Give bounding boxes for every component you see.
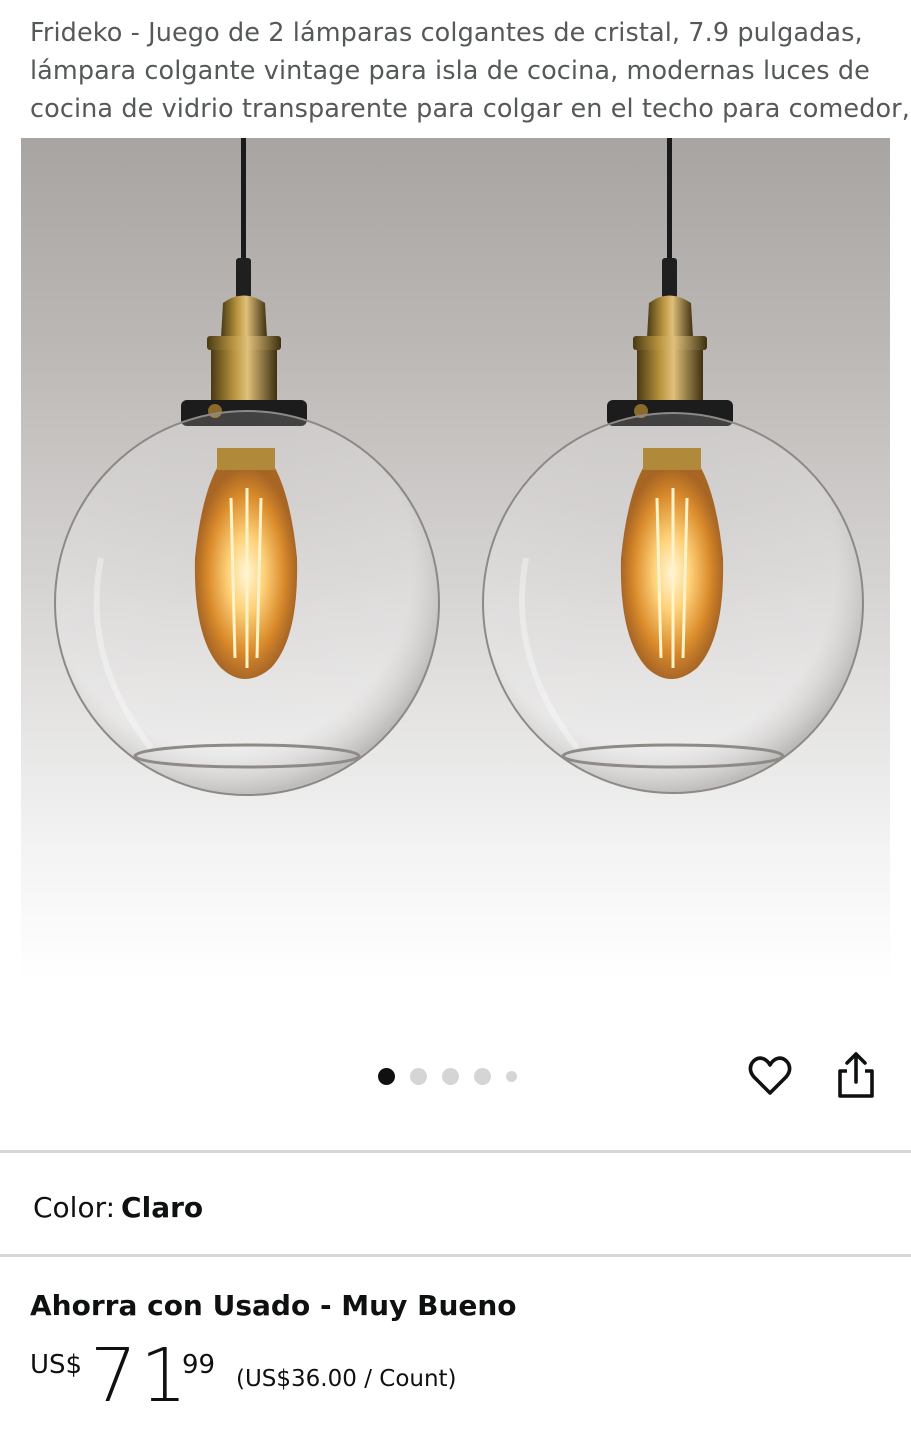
unit-price: (US$36.00 / Count) xyxy=(236,1366,457,1392)
product-title-line: cocina de vidrio transparente para colga… xyxy=(30,94,910,124)
price-fraction: 99 xyxy=(182,1350,216,1380)
carousel-dot[interactable] xyxy=(506,1070,517,1082)
section-divider xyxy=(0,1150,911,1153)
color-label: Color: xyxy=(33,1191,116,1224)
product-image[interactable] xyxy=(21,138,890,981)
price-currency: US$ xyxy=(30,1350,83,1380)
product-title-line: Frideko - Juego de 2 lámparas colgantes … xyxy=(30,18,863,48)
price: US$ 71 99 (US$36.00 / Count) xyxy=(30,1333,730,1419)
image-carousel-indicator[interactable] xyxy=(378,1067,517,1085)
carousel-dot-active[interactable] xyxy=(378,1067,395,1085)
product-title: Frideko - Juego de 2 lámparas colgantes … xyxy=(30,14,910,128)
color-selector[interactable]: Color: Claro xyxy=(33,1188,203,1228)
color-value: Claro xyxy=(121,1191,204,1224)
pendant-lamp-right xyxy=(482,138,864,794)
carousel-dot[interactable] xyxy=(474,1067,491,1085)
carousel-dot[interactable] xyxy=(442,1067,459,1085)
price-whole: 71 xyxy=(90,1333,191,1419)
section-divider xyxy=(0,1254,911,1257)
product-title-line: lámpara colgante vintage para isla de co… xyxy=(30,56,870,86)
carousel-dot[interactable] xyxy=(410,1067,427,1085)
share-icon[interactable] xyxy=(833,1050,879,1100)
heart-outline-icon[interactable] xyxy=(746,1052,794,1100)
used-offer-title[interactable]: Ahorra con Usado - Muy Bueno xyxy=(30,1289,517,1322)
pendant-lamp-left xyxy=(54,138,440,796)
